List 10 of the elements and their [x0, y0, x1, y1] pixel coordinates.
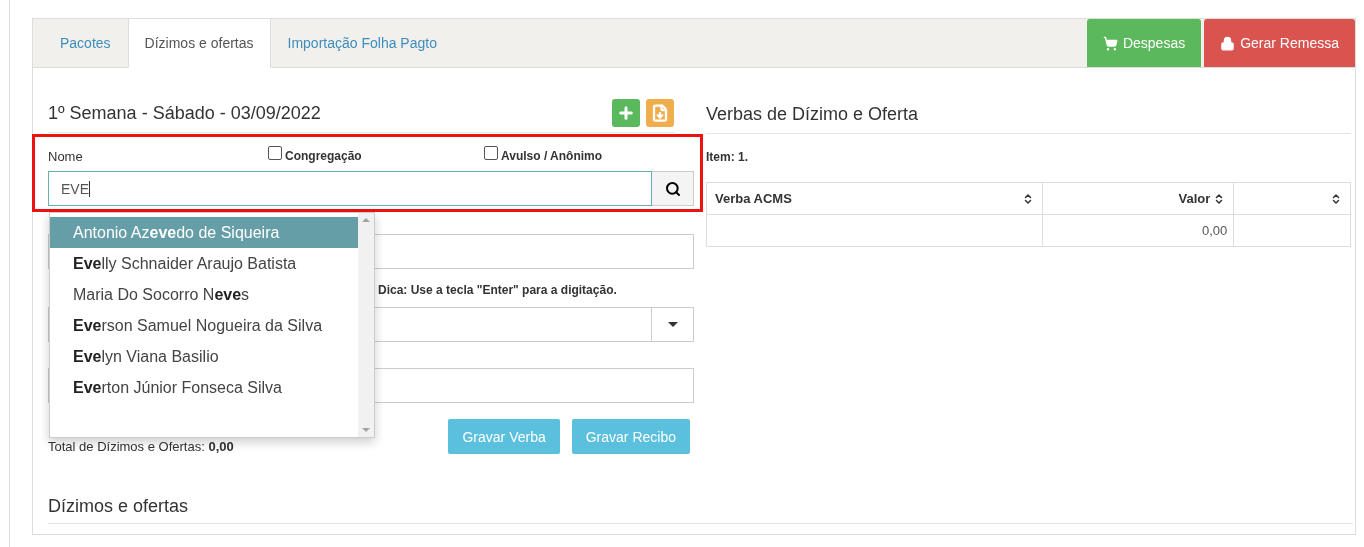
- total-text: Total de Dízimos e Ofertas: 0,00: [48, 439, 234, 454]
- item-label: Item: 1.: [706, 150, 749, 164]
- section-title: Dízimos e ofertas: [48, 496, 1353, 524]
- hint-text: Dica: Use a tecla "Enter" para a digitação.: [378, 283, 617, 297]
- field-label: Nome: [48, 148, 84, 164]
- checkbox-label: Congregação: [285, 149, 362, 163]
- section-title: Verbas de Dízimo e Oferta: [706, 98, 1351, 134]
- checkbox-label: Avulso / Anônimo: [501, 149, 603, 163]
- table-cell: 0,00: [1042, 214, 1234, 247]
- week-title: 1º Semana - Sábado - 03/09/2022: [48, 102, 321, 124]
